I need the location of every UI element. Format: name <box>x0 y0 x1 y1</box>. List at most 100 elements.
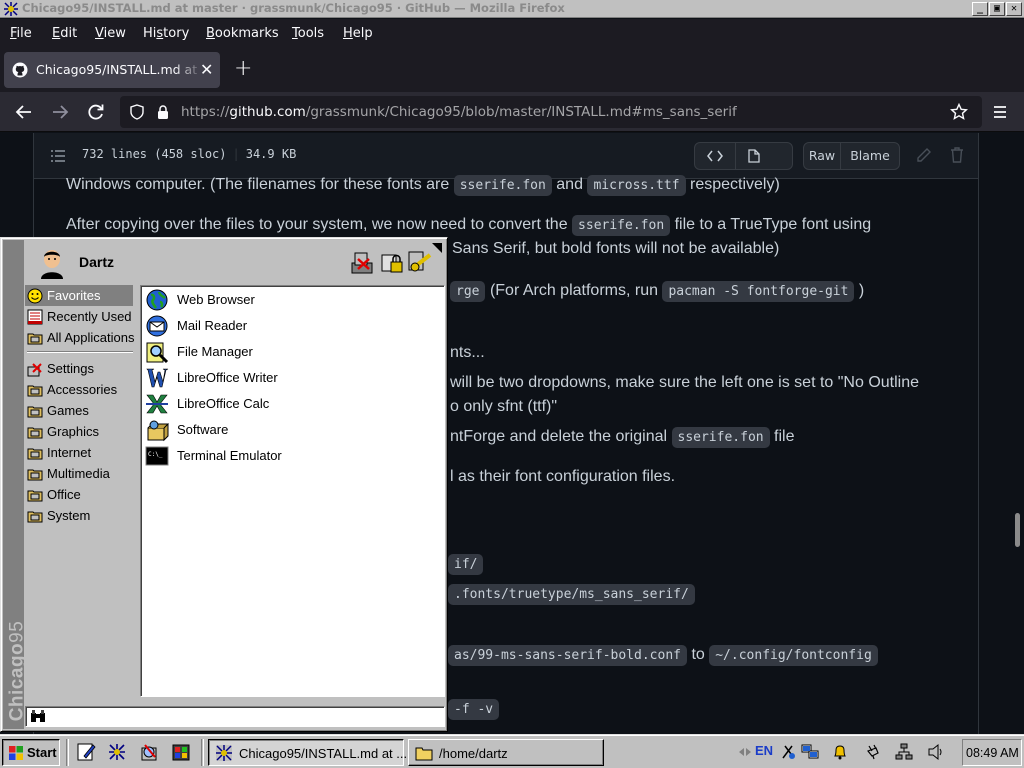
category-favorites[interactable]: Favorites <box>25 285 133 306</box>
category-graphics[interactable]: Graphics <box>25 421 133 442</box>
network-tree-tray-icon[interactable] <box>895 743 913 761</box>
program-folder-icon <box>27 333 43 345</box>
maximize-button[interactable]: ▣ <box>989 2 1005 16</box>
resize-corner-icon[interactable] <box>432 243 442 253</box>
task-home-folder[interactable]: /home/dartz <box>408 739 604 766</box>
menu-view[interactable]: View <box>95 26 126 41</box>
notification-bell-icon[interactable] <box>831 743 849 761</box>
network-settings-tray-icon[interactable] <box>780 743 798 761</box>
start-menu-brand-banner: Chicago95 <box>3 240 27 729</box>
display-source-button[interactable] <box>694 142 736 170</box>
program-folder-icon <box>27 469 43 481</box>
reload-icon[interactable] <box>85 101 107 123</box>
window-titlebar[interactable]: Chicago95/INSTALL.md at master · grassmu… <box>0 0 1024 18</box>
category-recently-used[interactable]: Recently Used <box>25 306 133 327</box>
tab-github-install[interactable]: Chicago95/INSTALL.md at master · grassmu… <box>4 52 220 88</box>
network-computers-tray-icon[interactable] <box>801 743 819 761</box>
category-all-applications[interactable]: All Applications <box>25 327 134 348</box>
code-line: if/ <box>448 554 484 575</box>
shield-icon[interactable] <box>129 104 145 120</box>
list-item: rge (For Arch platforms, run pacman -S f… <box>450 281 864 302</box>
smiley-icon <box>27 288 43 304</box>
page-scrollbar-thumb[interactable] <box>1015 513 1020 547</box>
start-button[interactable]: Start <box>2 739 60 766</box>
paragraph-continued: Sans Serif, but bold fonts will not be a… <box>452 240 780 257</box>
binoculars-icon <box>31 710 45 722</box>
keyboard-layout-indicator[interactable]: EN <box>755 743 773 758</box>
firefox-window-icon <box>4 2 18 16</box>
clock-tray[interactable]: 08:49 AM <box>962 739 1022 766</box>
minimize-button[interactable]: _ <box>972 2 988 16</box>
program-folder-icon <box>27 427 43 439</box>
menu-history[interactable]: History <box>143 26 189 41</box>
url-text[interactable]: https://github.com/grassmunk/Chicago95/b… <box>181 104 737 120</box>
menu-file[interactable]: File <box>10 26 32 41</box>
display-rendered-button[interactable] <box>735 142 793 170</box>
program-folder-icon <box>27 385 43 397</box>
hamburger-menu-icon[interactable] <box>989 101 1011 123</box>
category-office[interactable]: Office <box>25 484 133 505</box>
category-games[interactable]: Games <box>25 400 133 421</box>
new-tab-button[interactable]: + <box>234 56 252 81</box>
outline-list-icon[interactable] <box>50 149 66 163</box>
task-firefox-window[interactable]: Chicago95/INSTALL.md at ... <box>208 739 407 766</box>
start-menu: Chicago95 Dartz Favorites Recently Used <box>0 237 448 732</box>
quicklaunch-divider <box>201 739 204 766</box>
recent-documents-icon <box>27 309 43 325</box>
file-icon <box>748 149 760 163</box>
app-libreoffice-writer[interactable]: LibreOffice Writer <box>145 365 435 391</box>
paragraph: After copying over the files to your sys… <box>66 215 871 236</box>
list-item-continued: o only sfnt (ttf)" <box>450 398 558 415</box>
lock-screen-icon[interactable] <box>379 249 405 275</box>
globe-icon <box>146 289 168 311</box>
settings-launcher-icon[interactable] <box>139 742 159 762</box>
app-mail-reader[interactable]: Mail Reader <box>145 313 435 339</box>
category-system[interactable]: System <box>25 505 133 526</box>
terminal-icon: C:\_ <box>145 446 169 466</box>
forward-arrow-icon[interactable] <box>49 101 71 123</box>
lock-icon[interactable] <box>156 104 170 120</box>
program-folder-icon <box>27 490 43 502</box>
menu-help[interactable]: Help <box>343 26 373 41</box>
edit-pencil-icon[interactable] <box>916 147 932 163</box>
app-libreoffice-calc[interactable]: LibreOffice Calc <box>145 391 435 417</box>
software-launcher-icon[interactable] <box>171 742 191 762</box>
program-folder-icon <box>27 448 43 460</box>
writer-w-icon <box>146 368 169 388</box>
menu-tools[interactable]: Tools <box>292 26 324 41</box>
category-internet[interactable]: Internet <box>25 442 133 463</box>
firefox-launcher-icon[interactable] <box>107 742 127 762</box>
menu-bookmarks[interactable]: Bookmarks <box>206 26 279 41</box>
app-web-browser[interactable]: Web Browser <box>145 287 435 313</box>
power-plug-tray-icon[interactable] <box>864 743 882 761</box>
software-package-icon <box>147 420 169 442</box>
log-out-icon[interactable] <box>407 249 433 275</box>
settings-manager-icon[interactable] <box>350 249 376 275</box>
back-arrow-icon[interactable] <box>13 101 35 123</box>
close-window-button[interactable]: ✕ <box>1006 2 1022 16</box>
application-list: Web Browser Mail Reader File Manager Lib… <box>140 285 445 697</box>
app-terminal-emulator[interactable]: C:\_ Terminal Emulator <box>145 443 435 469</box>
start-menu-search-field[interactable] <box>25 706 445 727</box>
url-bar[interactable]: https://github.com/grassmunk/Chicago95/b… <box>120 96 982 128</box>
user-avatar <box>41 250 63 279</box>
list-item: nts... <box>450 344 485 361</box>
tab-close-icon[interactable]: ✕ <box>200 60 213 79</box>
blame-button[interactable]: Blame <box>840 142 900 170</box>
paragraph: l as their font configuration files. <box>450 468 676 485</box>
trash-icon[interactable] <box>950 147 964 163</box>
app-software[interactable]: Software <box>145 417 435 443</box>
category-multimedia[interactable]: Multimedia <box>25 463 133 484</box>
category-settings[interactable]: Settings <box>25 358 133 379</box>
raw-button[interactable]: Raw <box>803 142 841 170</box>
firefox-window-icon <box>216 745 232 761</box>
drag-handle-icon <box>739 748 751 756</box>
bookmark-star-icon[interactable] <box>950 103 968 121</box>
category-accessories[interactable]: Accessories <box>25 379 133 400</box>
text-editor-launcher-icon[interactable] <box>76 742 96 762</box>
app-file-manager[interactable]: File Manager <box>145 339 435 365</box>
volume-speaker-icon[interactable] <box>927 743 945 761</box>
calc-x-icon <box>146 394 168 414</box>
program-folder-icon <box>27 511 43 523</box>
menu-edit[interactable]: Edit <box>52 26 77 41</box>
